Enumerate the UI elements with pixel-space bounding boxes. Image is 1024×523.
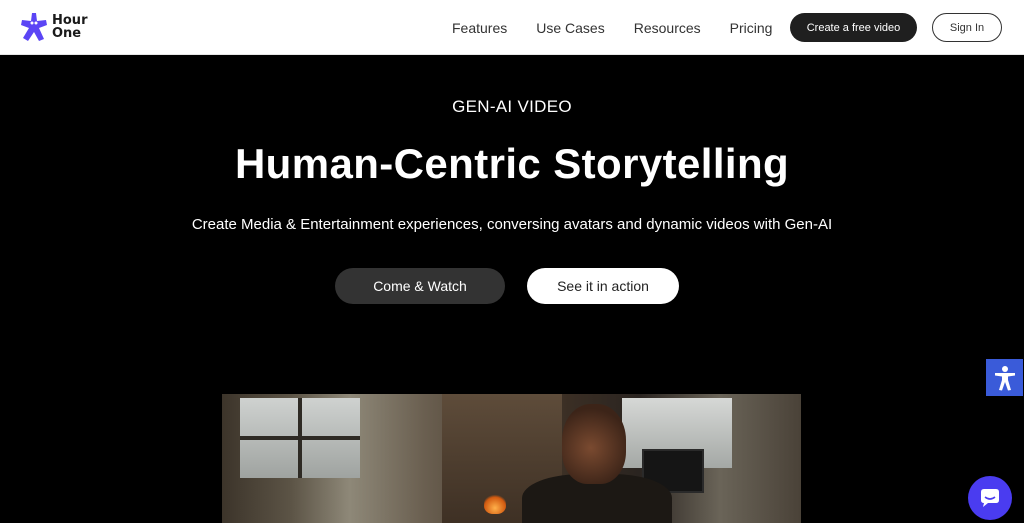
see-it-in-action-button[interactable]: See it in action (527, 268, 679, 304)
hour-one-logo-icon (21, 13, 47, 41)
video-person-head (562, 404, 626, 484)
site-header: Hour One Features Use Cases Resources Pr… (0, 0, 1024, 55)
nav-item-pricing[interactable]: Pricing (730, 20, 773, 36)
brand-logo[interactable]: Hour One (20, 12, 92, 42)
nav-item-use-cases[interactable]: Use Cases (536, 20, 604, 36)
chat-launcher-button[interactable] (968, 476, 1012, 520)
brand-name: Hour One (52, 14, 92, 40)
main-nav: Features Use Cases Resources Pricing (452, 0, 772, 55)
nav-item-resources[interactable]: Resources (634, 20, 701, 36)
video-fire (484, 494, 506, 514)
hero-subtitle: Create Media & Entertainment experiences… (191, 216, 833, 233)
create-free-video-button[interactable]: Create a free video (790, 13, 917, 42)
brand-name-line2: One (52, 26, 82, 41)
hero-eyebrow: GEN-AI VIDEO (452, 97, 572, 116)
hero-video-thumbnail[interactable] (222, 394, 801, 523)
come-and-watch-button[interactable]: Come & Watch (335, 268, 505, 304)
chat-icon (981, 489, 999, 507)
sign-in-button[interactable]: Sign In (932, 13, 1002, 42)
accessibility-icon (994, 365, 1015, 390)
video-window-left (240, 398, 360, 478)
nav-item-features[interactable]: Features (452, 20, 507, 36)
accessibility-button[interactable] (986, 359, 1023, 396)
hero-title: Human-Centric Storytelling (234, 140, 790, 187)
